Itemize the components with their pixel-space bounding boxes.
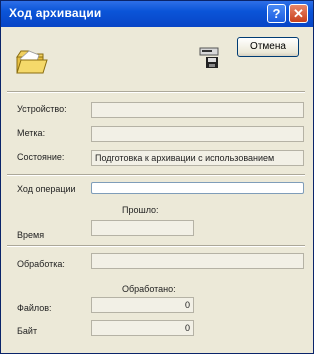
device-field [91, 102, 304, 118]
label-field [91, 126, 304, 142]
bytes-count-field: 0 [91, 320, 194, 336]
progress-label: Ход операции [17, 184, 76, 194]
close-button[interactable]: ✕ [289, 4, 308, 23]
window-title: Ход архивации [9, 6, 102, 20]
processing-label: Обработка: [17, 259, 65, 269]
backup-device-icon [199, 47, 219, 68]
bytes-label: Байт [17, 326, 38, 336]
cancel-button[interactable]: Отмена [237, 37, 299, 57]
elapsed-label: Прошло: [122, 205, 159, 215]
progress-bar [91, 182, 304, 194]
help-button[interactable]: ? [267, 4, 286, 23]
separator [7, 91, 305, 93]
status-field: Подготовка к архивации с использованием [91, 150, 304, 166]
folder-icon [16, 50, 48, 74]
separator [7, 245, 305, 247]
separator [7, 174, 305, 176]
label-label: Метка: [17, 128, 46, 138]
status-label: Состояние: [17, 152, 65, 162]
time-field [91, 220, 194, 236]
processed-label: Обработано: [122, 284, 176, 294]
processing-field [91, 253, 304, 269]
backup-progress-dialog: Ход архивации ? ✕ Отмена Устройство: Мет… [0, 0, 314, 354]
time-label: Время [17, 230, 45, 240]
device-label: Устройство: [17, 104, 67, 114]
files-label: Файлов: [17, 303, 52, 313]
files-count-field: 0 [91, 297, 194, 313]
title-bar[interactable]: Ход архивации ? ✕ [1, 1, 313, 27]
